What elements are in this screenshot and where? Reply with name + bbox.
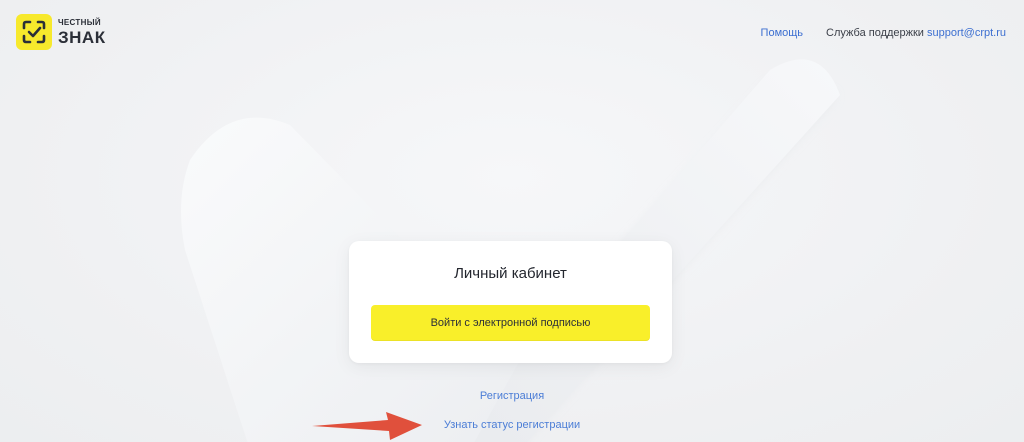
top-header: ЧЕСТНЫЙ ЗНАК Помощь Служба поддержки sup… [0,0,1024,64]
support-label: Служба поддержки [826,27,924,39]
logo-wordmark: ЧЕСТНЫЙ ЗНАК [58,17,106,47]
help-link[interactable]: Помощь [761,27,804,39]
header-nav: Помощь Служба поддержки support@crpt.ru [761,27,1006,39]
logo-line2: ЗНАК [58,27,106,47]
logo-line1: ЧЕСТНЫЙ [58,17,101,27]
check-frame-icon [16,14,52,50]
registration-link[interactable]: Регистрация [0,390,1024,402]
chestny-znak-logo[interactable]: ЧЕСТНЫЙ ЗНАК [16,14,106,50]
red-arrow-icon [312,412,422,440]
registration-status-link[interactable]: Узнать статус регистрации [0,419,1024,431]
sign-in-with-signature-button[interactable]: Войти с электронной подписью [371,305,650,341]
login-card: Личный кабинет Войти с электронной подпи… [349,241,672,363]
support-email-link[interactable]: support@crpt.ru [927,27,1006,39]
card-title: Личный кабинет [454,265,567,282]
login-page: ЧЕСТНЫЙ ЗНАК Помощь Служба поддержки sup… [0,0,1024,442]
background-checkmark-decoration [181,59,840,442]
